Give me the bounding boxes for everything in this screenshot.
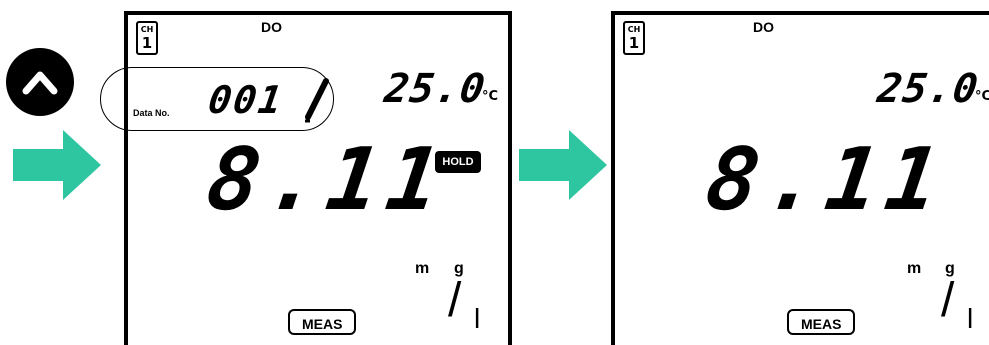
channel-indicator: CH 1 [136,21,158,55]
meas-indicator: MEAS [288,309,357,335]
mode-label: DO [261,19,282,35]
temperature-unit: °C [482,89,499,104]
lcd-panel-measure: CH 1 DO 25.0 °C 8.11 m g / l MEAS [611,11,989,345]
lcd-panel-hold: CH 1 DO Data No. 001 25.0 °C 8.11 HOLD m… [100,11,512,345]
main-reading: 8.11 [700,130,954,230]
temperature-unit: °C [975,89,989,104]
unit-slash: / [941,274,955,327]
blinking-cursor-icon [305,78,329,123]
channel-number: 1 [628,34,640,52]
unit-m: m [907,260,922,277]
data-no-label: Data No. [133,108,170,118]
unit-slash: / [448,274,462,327]
channel-indicator: CH 1 [623,21,645,55]
channel-number: 1 [141,34,153,52]
meas-indicator: MEAS [787,309,856,335]
hold-indicator: HOLD [435,151,481,173]
up-key-button[interactable] [6,48,74,116]
mode-label: DO [753,19,774,35]
unit-l: l [967,303,974,334]
temperature-reading: 25.0 [381,66,489,112]
flow-arrow-left [13,130,101,200]
unit-m: m [415,260,430,277]
flow-arrow-right [519,130,607,200]
main-reading: 8.11 [201,130,455,230]
data-no-value: 001 [205,78,287,122]
unit-l: l [474,303,481,334]
temperature-reading: 25.0 [874,66,982,112]
up-caret-icon [22,71,58,95]
